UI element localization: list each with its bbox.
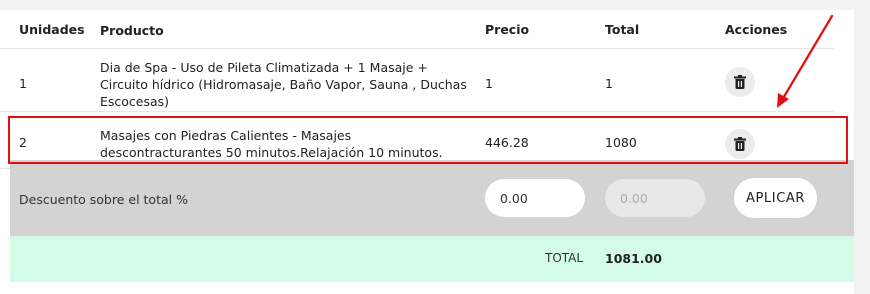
row-precio: 446.28 — [485, 135, 529, 150]
header-total: Total — [605, 22, 640, 37]
row-unidades: 1 — [19, 76, 27, 91]
header-acciones: Acciones — [725, 22, 788, 37]
row-total: 1080 — [605, 135, 637, 150]
row-unidades: 2 — [19, 135, 27, 150]
total-label: TOTAL — [545, 251, 584, 265]
header-producto: Producto — [100, 23, 164, 38]
total-section: TOTAL 1081.00 — [10, 236, 854, 282]
trash-icon — [734, 75, 746, 89]
delete-button[interactable] — [725, 67, 755, 97]
trash-icon — [734, 137, 746, 151]
row-precio: 1 — [485, 76, 493, 91]
discount-section: Descuento sobre el total % APLICAR — [10, 160, 854, 236]
table-row: 1 Dia de Spa - Uso de Pileta Climatizada… — [0, 48, 834, 111]
row-producto: Dia de Spa - Uso de Pileta Climatizada +… — [100, 60, 467, 109]
row-producto: Masajes con Piedras Calientes - Masajes … — [100, 128, 443, 160]
header-precio: Precio — [485, 22, 530, 37]
total-value: 1081.00 — [605, 251, 662, 266]
discount-label: Descuento sobre el total % — [19, 192, 188, 207]
table-header: Unidades Producto Precio Total Acciones — [0, 10, 834, 48]
row-total: 1 — [605, 76, 613, 91]
discount-amount-input — [605, 179, 705, 217]
apply-button[interactable]: APLICAR — [733, 177, 818, 219]
delete-button[interactable] — [725, 129, 755, 159]
discount-percent-input[interactable] — [485, 179, 585, 217]
header-unidades: Unidades — [19, 22, 85, 37]
